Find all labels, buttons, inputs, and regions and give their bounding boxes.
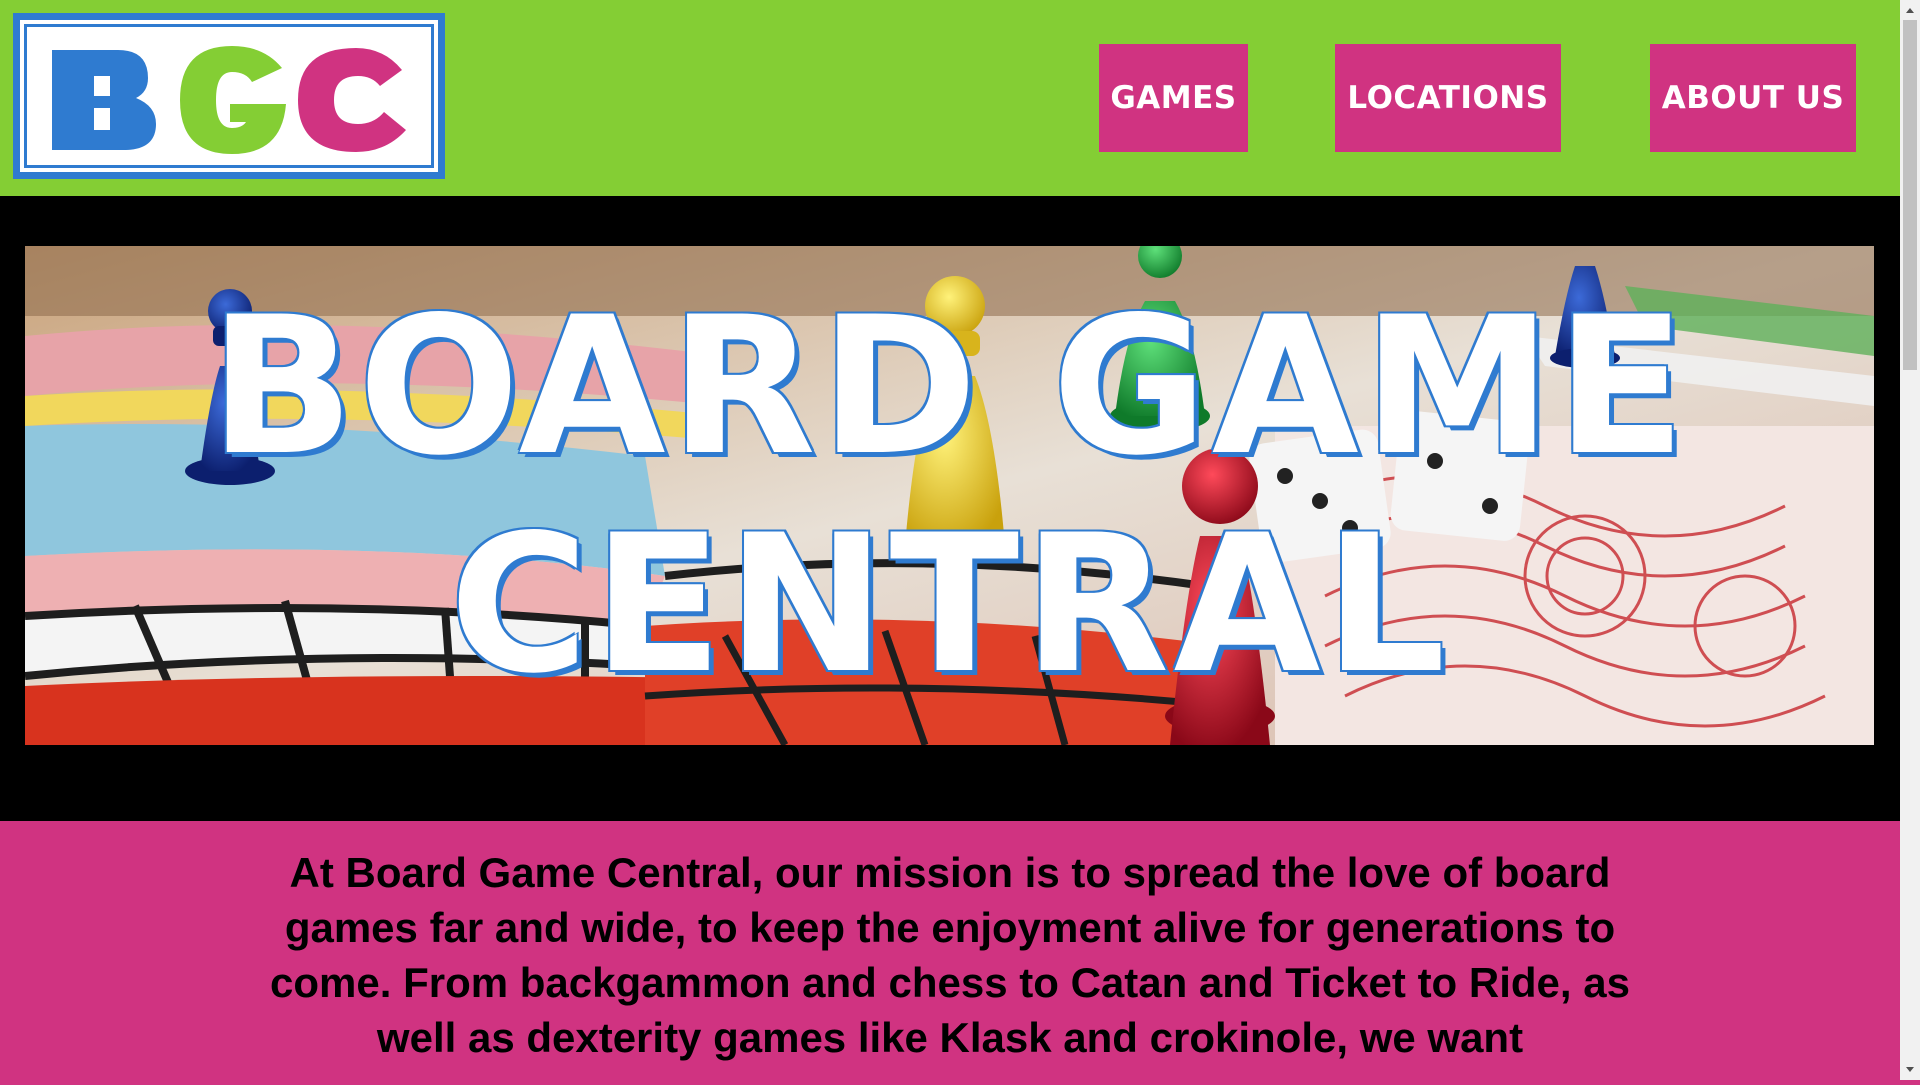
scroll-up-arrow-icon[interactable] <box>1900 0 1920 20</box>
hero-title-line-1: BOARD GAME <box>209 275 1690 497</box>
logo-letter-g <box>180 46 286 154</box>
scroll-down-arrow-icon[interactable] <box>1900 1060 1920 1080</box>
scrollbar-thumb[interactable] <box>1903 20 1917 370</box>
nav-games-button[interactable]: GAMES <box>1099 44 1248 152</box>
nav-about-us-button[interactable]: ABOUT US <box>1650 44 1856 152</box>
mission-statement: At Board Game Central, our mission is to… <box>270 849 1630 1061</box>
site-header: GAMES LOCATIONS ABOUT US <box>0 0 1900 196</box>
logo-letters-graphic <box>52 46 406 154</box>
logo-letter-b <box>52 50 156 150</box>
mission-section: At Board Game Central, our mission is to… <box>0 821 1900 1080</box>
nav-locations-button[interactable]: LOCATIONS <box>1335 44 1561 152</box>
hero-title-line-2: CENTRAL <box>449 493 1450 715</box>
page: GAMES LOCATIONS ABOUT US BOARD GAME CENT… <box>0 0 1900 1080</box>
hero-title: BOARD GAME CENTRAL <box>25 246 1874 745</box>
vertical-scrollbar[interactable] <box>1900 0 1920 1080</box>
hero-banner: BOARD GAME CENTRAL <box>0 196 1900 821</box>
logo-letter-c <box>298 48 406 152</box>
site-logo[interactable] <box>13 13 445 179</box>
